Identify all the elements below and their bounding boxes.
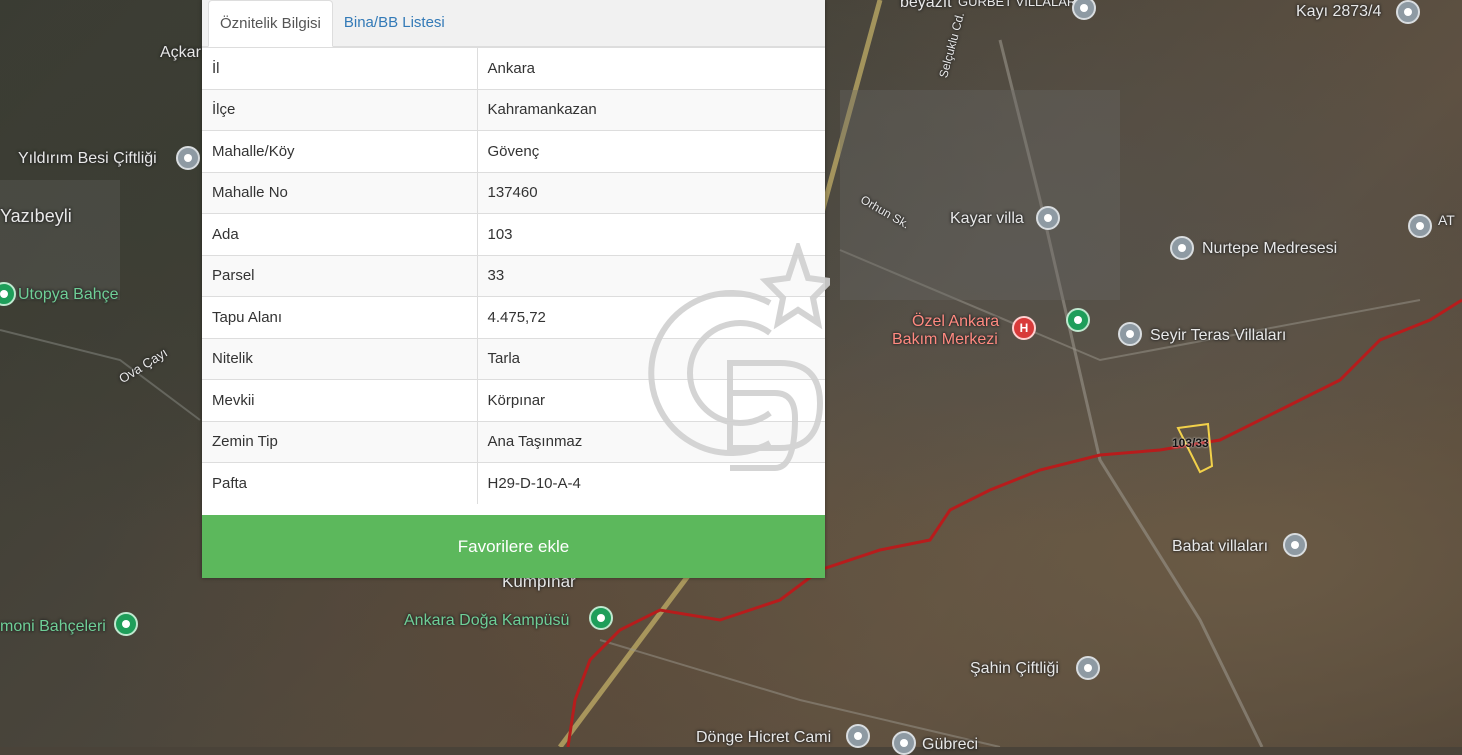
- map-label-yazibeyli: Yazıbeyli: [0, 206, 72, 226]
- map-label-ackar: Açkar: [160, 44, 201, 61]
- attribute-value: Körpınar: [477, 379, 825, 421]
- tab-bina-listesi[interactable]: Bina/BB Listesi: [333, 0, 456, 46]
- map-label-at: AT: [1438, 212, 1455, 228]
- attribute-value: Gövenç: [477, 130, 825, 172]
- table-row: Parsel 33: [202, 254, 825, 297]
- map-label-yildirim: Yıldırım Besi Çiftliği: [18, 150, 157, 167]
- attribute-key: Mahalle/Köy: [202, 130, 478, 172]
- add-favorite-button[interactable]: Favorilere ekle: [202, 515, 825, 578]
- tab-oznitelik[interactable]: Öznitelik Bilgisi: [208, 0, 333, 47]
- park-pin-icon[interactable]: [1066, 308, 1090, 332]
- attribute-key: Mahalle No: [202, 171, 478, 214]
- attribute-value: Ankara: [477, 47, 825, 89]
- map-label-kayi: Kayı 2873/4: [1296, 3, 1382, 20]
- map-label-sahin: Şahin Çiftliği: [970, 660, 1059, 677]
- attribute-key: İlçe: [202, 88, 478, 131]
- map-label-doga: Ankara Doğa Kampüsü: [404, 612, 570, 629]
- at-pin-icon[interactable]: [1408, 214, 1432, 238]
- attribute-key: Tapu Alanı: [202, 296, 478, 338]
- yildirim-pin-icon[interactable]: [176, 146, 200, 170]
- attribute-key: Nitelik: [202, 337, 478, 380]
- map-label-ozel: Özel Ankara: [912, 313, 1000, 330]
- table-row: İl Ankara: [202, 47, 825, 89]
- map-label-utopya: Utopya Bahçe: [18, 286, 119, 303]
- map-label-gubreci: Gübreci: [922, 736, 979, 753]
- map-label-nurtepe: Nurtepe Medresesi: [1202, 240, 1338, 257]
- table-row: Mevkii Körpınar: [202, 379, 825, 421]
- table-row: Pafta H29-D-10-A-4: [202, 462, 825, 504]
- attribute-value: 33: [477, 254, 825, 297]
- gubreci-pin-icon[interactable]: [892, 731, 916, 755]
- table-row: Tapu Alanı 4.475,72: [202, 296, 825, 338]
- attribute-table: İl Ankara İlçe Kahramankazan Mahalle/Köy Göve…: [202, 47, 825, 504]
- babat-pin-icon[interactable]: [1283, 533, 1307, 557]
- table-row: Mahalle No 137460: [202, 171, 825, 214]
- tab-bar: Öznitelik Bilgisi Bina/BB Listesi: [202, 0, 825, 47]
- attribute-value: H29-D-10-A-4: [477, 462, 825, 504]
- map-label-babat: Babat villaları: [1172, 538, 1269, 555]
- table-row: Nitelik Tarla: [202, 337, 825, 380]
- attribute-value: Tarla: [477, 337, 825, 380]
- parcel-label[interactable]: 103/33: [1172, 436, 1209, 450]
- attribute-key: Zemin Tip: [202, 420, 478, 463]
- table-row: Mahalle/Köy Gövenç: [202, 130, 825, 172]
- attribute-panel: Öznitelik Bilgisi Bina/BB Listesi İl Anka…: [202, 0, 825, 578]
- attribute-value: Ana Taşınmaz: [477, 420, 825, 463]
- sahin-pin-icon[interactable]: [1076, 656, 1100, 680]
- attribute-value: Kahramankazan: [477, 88, 825, 131]
- map-label-kayar: Kayar villa: [950, 210, 1024, 227]
- map-label-donge: Dönge Hicret Cami: [696, 729, 832, 746]
- nurtepe-pin-icon[interactable]: [1170, 236, 1194, 260]
- table-row: İlçe Kahramankazan: [202, 88, 825, 131]
- map-label-gurbet: GURBET VİLLALARI: [958, 0, 1080, 9]
- hospital-pin-icon[interactable]: H: [1012, 316, 1036, 340]
- kayi-pin-icon[interactable]: [1396, 0, 1420, 24]
- table-row: Zemin Tip Ana Taşınmaz: [202, 420, 825, 463]
- doga-pin-icon[interactable]: [589, 606, 613, 630]
- map-label-beyazit: beyazıt: [900, 0, 952, 11]
- table-row: Ada 103: [202, 213, 825, 255]
- attribute-value: 4.475,72: [477, 296, 825, 338]
- seyir-pin-icon[interactable]: [1118, 322, 1142, 346]
- attribute-key: İl: [202, 47, 478, 89]
- attribute-key: Pafta: [202, 462, 478, 504]
- moni-pin-icon[interactable]: [114, 612, 138, 636]
- map-label-bakim: Bakım Merkezi: [892, 331, 998, 348]
- attribute-value: 103: [477, 213, 825, 255]
- attribute-key: Ada: [202, 213, 478, 255]
- map-label-seyir: Seyir Teras Villaları: [1150, 327, 1287, 344]
- attribute-value: 137460: [477, 171, 825, 214]
- donge-pin-icon[interactable]: [846, 724, 870, 748]
- kayar-pin-icon[interactable]: [1036, 206, 1060, 230]
- map-label-moni: moni Bahçeleri: [0, 618, 106, 635]
- attribute-key: Mevkii: [202, 379, 478, 421]
- attribute-key: Parsel: [202, 254, 478, 297]
